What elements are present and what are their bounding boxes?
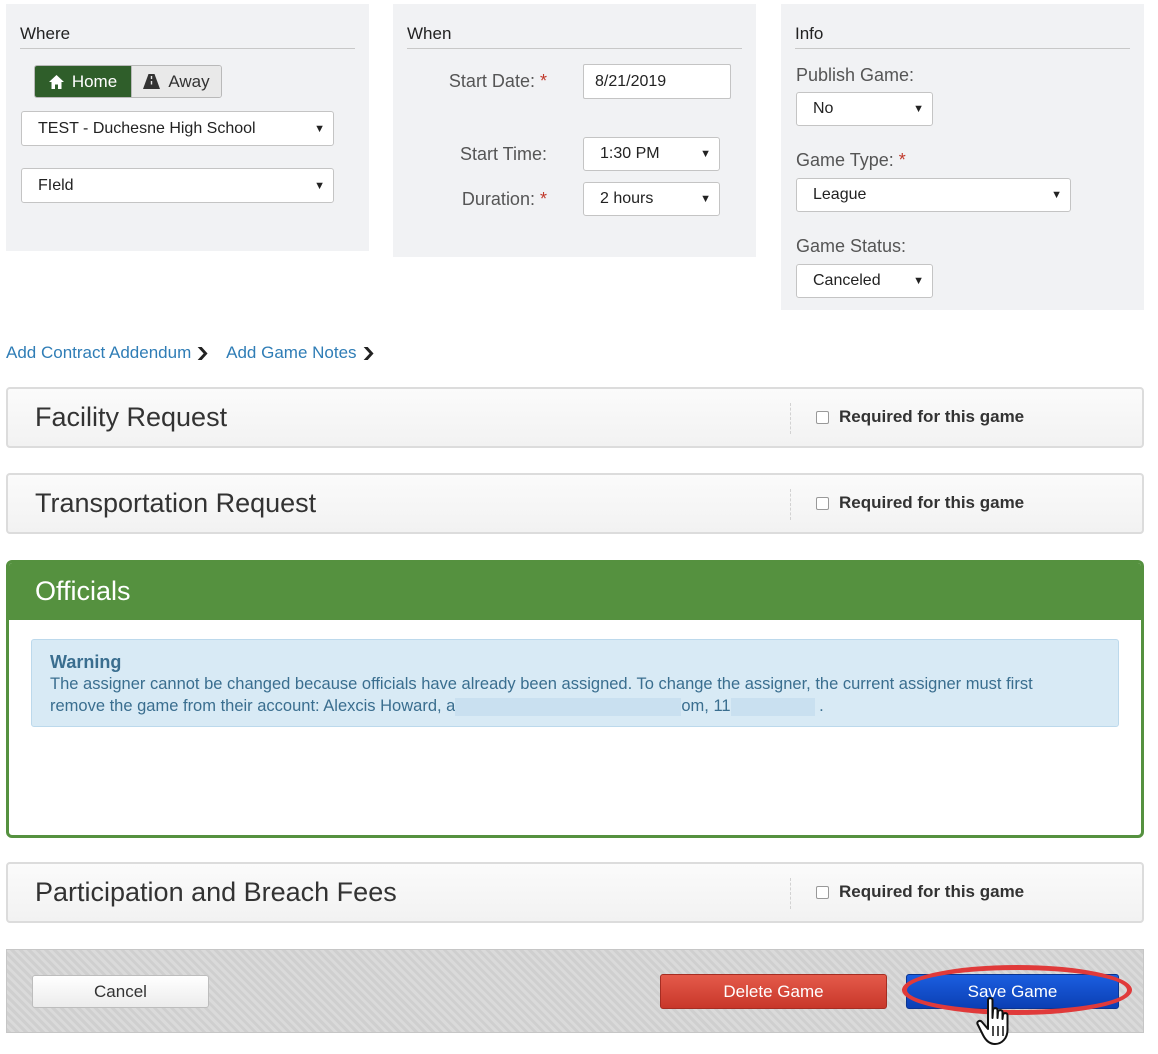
school-select[interactable]: TEST - Duchesne High School ▼ (21, 111, 334, 146)
home-label: Home (71, 71, 118, 91)
facility-required-label: Required for this game (839, 407, 1025, 426)
facility-required-checkbox[interactable] (816, 410, 829, 424)
facility-required-toggle: Required for this game (816, 407, 1024, 427)
chevron-down-icon: ▼ (913, 103, 924, 115)
where-panel: Where Home Away TEST - Duchesne High Sch… (6, 4, 369, 251)
chevron-down-icon: ❯ (360, 345, 376, 360)
when-title: When (407, 24, 742, 49)
fees-section: Participation and Breach Fees Required f… (6, 862, 1144, 923)
highlight-annotation (902, 965, 1132, 1015)
officials-warning: Warning The assigner cannot be changed b… (31, 639, 1119, 727)
chevron-down-icon: ▼ (700, 148, 711, 160)
facility-request-title: Facility Request (35, 402, 228, 432)
redacted-phone (730, 697, 815, 716)
game-status-value: Canceled (813, 272, 881, 289)
officials-title: Officials (35, 576, 131, 606)
transportation-request-title: Transportation Request (35, 488, 317, 518)
where-title: Where (20, 24, 355, 49)
add-game-notes-link[interactable]: Add Game Notes ❯ (226, 343, 376, 363)
home-button[interactable]: Home (35, 66, 131, 97)
info-title: Info (795, 24, 1130, 49)
fees-required-checkbox[interactable] (816, 885, 829, 899)
duration-value: 2 hours (600, 190, 654, 207)
start-time-label: Start Time: (459, 144, 547, 164)
add-contract-addendum-link[interactable]: Add Contract Addendum ❯ (6, 343, 211, 363)
game-status-select[interactable]: Canceled ▼ (796, 264, 933, 298)
chevron-down-icon: ▼ (314, 122, 325, 135)
publish-game-select[interactable]: No ▼ (796, 92, 933, 126)
chevron-down-icon: ▼ (700, 193, 711, 205)
redacted-email (455, 697, 682, 716)
game-status-label: Game Status: (796, 236, 907, 256)
chevron-down-icon: ▼ (1051, 189, 1062, 201)
delete-game-button[interactable]: Delete Game (660, 974, 887, 1009)
away-button[interactable]: Away (131, 66, 221, 97)
start-time-value: 1:30 PM (600, 145, 660, 162)
chevron-down-icon: ▼ (314, 179, 325, 192)
start-time-select[interactable]: 1:30 PM ▼ (583, 137, 720, 171)
field-select-value: FIeld (38, 176, 74, 194)
publish-game-label: Publish Game: (796, 65, 915, 85)
duration-select[interactable]: 2 hours ▼ (583, 182, 720, 216)
transportation-required-toggle: Required for this game (816, 493, 1024, 513)
road-icon (143, 74, 161, 89)
section-divider (790, 403, 791, 434)
start-date-value: 8/21/2019 (595, 72, 667, 90)
transportation-request-section: Transportation Request Required for this… (6, 473, 1144, 534)
warning-message: The assigner cannot be changed because o… (50, 675, 1033, 716)
action-bar: Cancel Delete Game Save Game (6, 949, 1144, 1045)
facility-request-section: Facility Request Required for this game (6, 387, 1144, 448)
school-select-value: TEST - Duchesne High School (38, 119, 256, 137)
cancel-button[interactable]: Cancel (32, 975, 209, 1008)
section-divider (790, 878, 791, 909)
hand-pointer-icon (976, 997, 1009, 1045)
addendum-links: Add Contract Addendum ❯ Add Game Notes ❯ (6, 343, 376, 363)
game-type-value: League (813, 186, 867, 203)
away-label: Away (168, 71, 210, 91)
chevron-down-icon: ▼ (913, 275, 924, 287)
officials-section: Officials Warning The assigner cannot be… (6, 560, 1144, 838)
fees-required-toggle: Required for this game (816, 882, 1024, 902)
officials-header: Officials (9, 563, 1141, 620)
chevron-down-icon: ❯ (195, 345, 211, 360)
publish-game-value: No (813, 100, 834, 117)
info-panel: Info Publish Game: No ▼ Game Type: * Lea… (781, 4, 1144, 310)
transportation-required-checkbox[interactable] (816, 496, 829, 510)
start-date-label: Start Date: * (448, 71, 547, 91)
start-date-input[interactable]: 8/21/2019 (583, 64, 731, 99)
fees-required-label: Required for this game (839, 882, 1025, 901)
field-select[interactable]: FIeld ▼ (21, 168, 334, 203)
warning-title: Warning (50, 652, 122, 672)
transportation-required-label: Required for this game (839, 493, 1025, 512)
game-type-label: Game Type: * (796, 150, 906, 170)
home-away-toggle: Home Away (34, 65, 222, 98)
home-icon (48, 74, 64, 89)
game-type-select[interactable]: League ▼ (796, 178, 1071, 212)
section-divider (790, 489, 791, 520)
when-panel: When Start Date: * 8/21/2019 Start Time:… (393, 4, 756, 257)
duration-label: Duration: * (461, 189, 547, 209)
fees-title: Participation and Breach Fees (35, 877, 397, 907)
